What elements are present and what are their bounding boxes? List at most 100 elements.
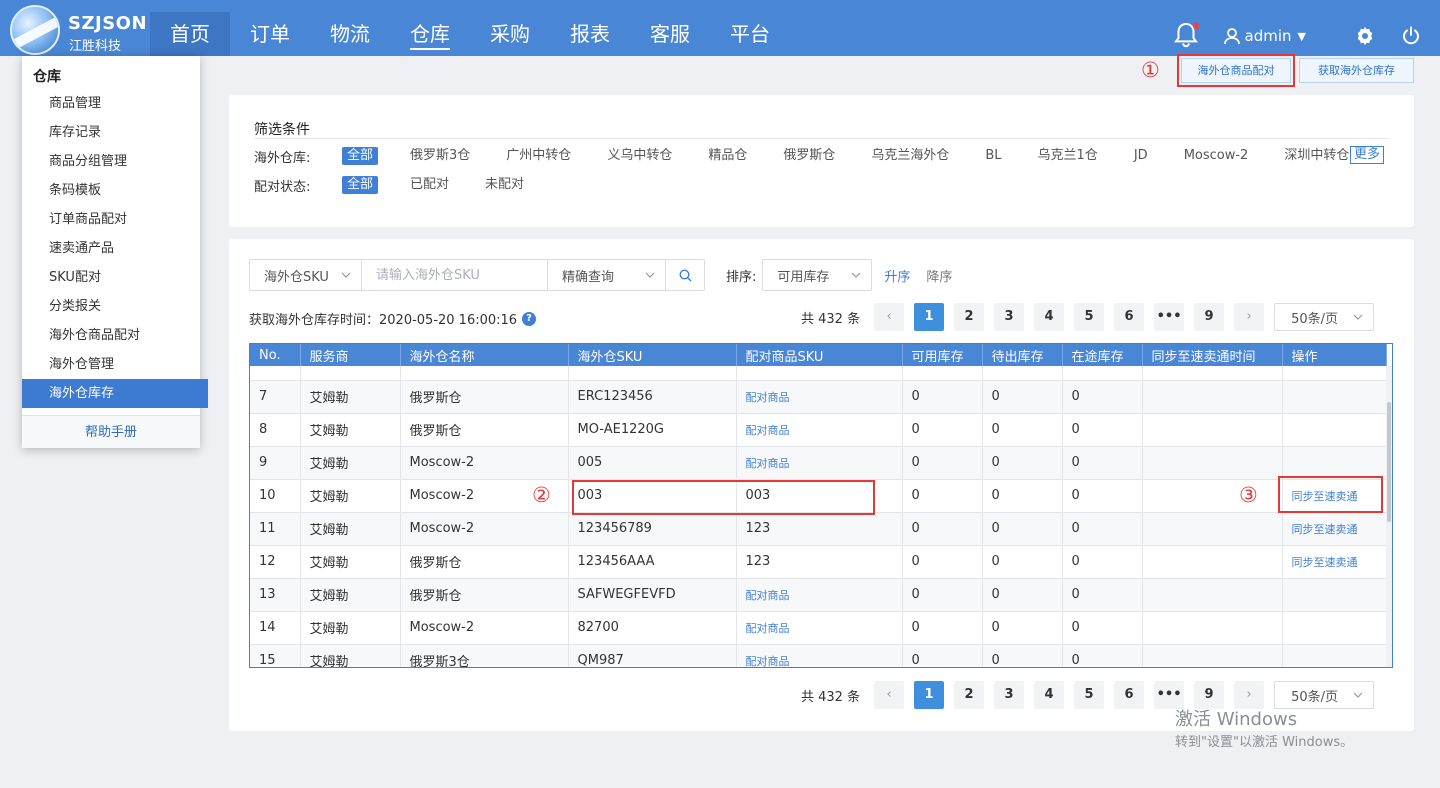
menu-item-product-groups[interactable]: 商品分组管理 xyxy=(22,147,200,176)
cell-text: QM987 xyxy=(577,653,624,668)
notification-bell-icon[interactable] xyxy=(1173,21,1201,51)
sort-descending-button[interactable]: 降序 xyxy=(926,266,952,285)
page-button[interactable]: 4 xyxy=(1034,681,1065,709)
warehouse-chip[interactable]: 深圳中转仓 xyxy=(1280,147,1353,165)
help-manual-link[interactable]: 帮助手册 xyxy=(22,415,200,448)
nav-purchase[interactable]: 采购 xyxy=(470,12,550,56)
pair-product-link[interactable]: 配对商品 xyxy=(746,622,790,635)
table-cell xyxy=(1142,380,1283,414)
menu-item-sku-pairing[interactable]: SKU配对 xyxy=(22,263,200,292)
pair-product-link[interactable]: 配对商品 xyxy=(746,424,790,437)
nav-logistics[interactable]: 物流 xyxy=(310,12,390,56)
menu-item-customs-category[interactable]: 分类报关 xyxy=(22,292,200,321)
nav-platform[interactable]: 平台 xyxy=(710,12,790,56)
table-cell: 艾姆勒 xyxy=(300,611,401,645)
menu-item-product-management[interactable]: 商品管理 xyxy=(22,89,200,118)
fetch-overseas-stock-button[interactable]: 获取海外仓库存 xyxy=(1299,58,1414,83)
page-button[interactable]: 5 xyxy=(1074,303,1105,331)
sync-to-aliexpress-link[interactable]: 同步至速卖通 xyxy=(1292,523,1358,536)
nav-orders[interactable]: 订单 xyxy=(230,12,310,56)
sync-to-aliexpress-link[interactable]: 同步至速卖通 xyxy=(1292,556,1358,569)
sort-field-select[interactable]: 可用库存 xyxy=(762,259,873,291)
table-cell: 14 xyxy=(250,611,301,645)
scrollbar-thumb[interactable] xyxy=(1387,402,1391,522)
cell-text: Moscow-2 xyxy=(409,455,475,470)
table-cell: 俄罗斯仓 xyxy=(400,545,569,579)
page-button[interactable]: 3 xyxy=(994,303,1025,331)
page-button[interactable]: 6 xyxy=(1114,681,1145,709)
page-button[interactable]: 9 xyxy=(1194,303,1225,331)
warehouse-chip[interactable]: 俄罗斯仓 xyxy=(779,147,839,165)
prev-page-button[interactable]: ‹ xyxy=(874,303,905,331)
warehouse-chip[interactable]: 精品仓 xyxy=(704,147,751,165)
overseas-product-pairing-button[interactable]: 海外仓商品配对 xyxy=(1177,54,1295,87)
pair-product-link[interactable]: 配对商品 xyxy=(746,391,790,404)
warehouse-chip[interactable]: 广州中转仓 xyxy=(502,147,575,165)
menu-item-overseas-stock[interactable]: 海外仓库存 xyxy=(22,379,208,408)
nav-service[interactable]: 客服 xyxy=(630,12,710,56)
power-icon[interactable] xyxy=(1400,25,1422,47)
page-button[interactable]: 4 xyxy=(1034,303,1065,331)
warehouse-chip[interactable]: 全部 xyxy=(342,147,379,165)
nav-reports[interactable]: 报表 xyxy=(550,12,630,56)
page-ellipsis[interactable]: ••• xyxy=(1154,303,1185,331)
table-cell: 123 xyxy=(736,545,903,579)
menu-item-overseas-pairing[interactable]: 海外仓商品配对 xyxy=(22,321,200,350)
help-question-icon[interactable]: ? xyxy=(522,311,537,326)
warehouse-chip[interactable]: 义乌中转仓 xyxy=(603,147,676,165)
search-input[interactable] xyxy=(362,260,548,290)
menu-item-order-pairing[interactable]: 订单商品配对 xyxy=(22,205,200,234)
status-chip[interactable]: 已配对 xyxy=(406,176,453,194)
pair-product-link[interactable]: 配对商品 xyxy=(746,655,790,668)
table-cell: 0 xyxy=(902,611,983,645)
warehouse-chip[interactable]: BL xyxy=(981,147,1005,165)
menu-item-overseas-management[interactable]: 海外仓管理 xyxy=(22,350,200,379)
next-page-button[interactable]: › xyxy=(1234,303,1265,331)
cell-text: MO-AE1220G xyxy=(577,422,664,437)
menu-item-barcode-template[interactable]: 条码模板 xyxy=(22,176,200,205)
search-field-select[interactable]: 海外仓SKU xyxy=(250,260,362,290)
cell-text: 0 xyxy=(1071,455,1080,470)
brand-logo[interactable]: SZJSON 江胜科技 xyxy=(8,4,148,55)
table-cell: 0 xyxy=(1062,446,1143,480)
cell-text: 14 xyxy=(259,620,276,635)
warehouse-chip[interactable]: 乌克兰1仓 xyxy=(1034,147,1102,165)
table-cell: 0 xyxy=(902,413,983,447)
search-mode-select[interactable]: 精确查询 xyxy=(548,260,666,290)
prev-page-button[interactable]: ‹ xyxy=(874,681,905,709)
table-scrollbar[interactable] xyxy=(1386,366,1392,667)
cell-text: 0 xyxy=(1071,554,1080,569)
cell-text: 0 xyxy=(991,620,1000,635)
page-button[interactable]: 2 xyxy=(954,681,985,709)
page-button[interactable]: 5 xyxy=(1074,681,1105,709)
menu-item-aliexpress-products[interactable]: 速卖通产品 xyxy=(22,234,200,263)
menu-item-stock-records[interactable]: 库存记录 xyxy=(22,118,200,147)
status-chip[interactable]: 全部 xyxy=(342,176,379,194)
page-size-select[interactable]: 50条/页 xyxy=(1274,303,1375,331)
sort-ascending-button[interactable]: 升序 xyxy=(884,266,910,285)
annotation-marker-3: ③ xyxy=(1239,483,1258,507)
user-menu[interactable]: admin ▼ xyxy=(1223,27,1306,45)
warehouse-chip[interactable]: JD xyxy=(1130,147,1152,165)
status-chip[interactable]: 未配对 xyxy=(481,176,528,194)
page-button[interactable]: 1 xyxy=(914,681,945,709)
page-button[interactable]: 1 xyxy=(914,303,945,331)
more-warehouses-button[interactable]: 更多 xyxy=(1350,146,1385,164)
pair-product-link[interactable]: 配对商品 xyxy=(746,589,790,602)
brand-name-en: SZJSON xyxy=(68,13,148,34)
table-cell: 俄罗斯仓 xyxy=(400,578,569,612)
search-button[interactable] xyxy=(666,260,704,290)
nav-home[interactable]: 首页 xyxy=(150,12,230,56)
page-button[interactable]: 6 xyxy=(1114,303,1145,331)
warehouse-chip[interactable]: 俄罗斯3仓 xyxy=(406,147,474,165)
table-cell: 0 xyxy=(902,578,983,612)
page-button[interactable]: 3 xyxy=(994,681,1025,709)
warehouse-chip[interactable]: 乌克兰海外仓 xyxy=(867,147,953,165)
pair-product-link[interactable]: 配对商品 xyxy=(746,457,790,470)
warehouse-chip[interactable]: Moscow-2 xyxy=(1180,147,1253,165)
cell-text: 艾姆勒 xyxy=(309,457,349,472)
page-button[interactable]: 2 xyxy=(954,303,985,331)
table-cell: 艾姆勒 xyxy=(300,644,401,667)
gear-icon[interactable] xyxy=(1354,25,1376,47)
nav-warehouse[interactable]: 仓库 xyxy=(390,12,470,56)
